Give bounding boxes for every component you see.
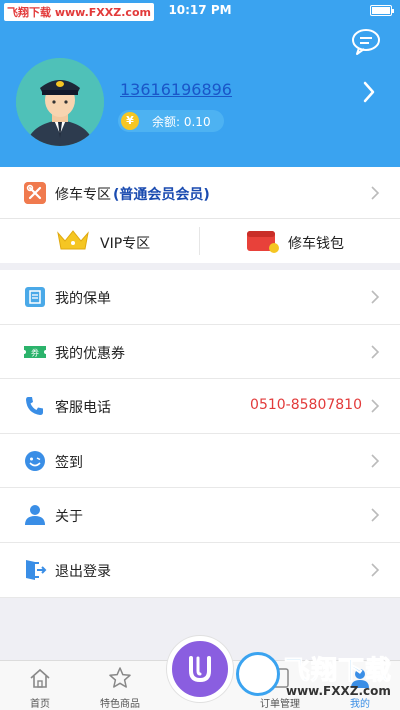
menu-item-label: 我的优惠券 (55, 345, 125, 362)
menu-item-coupons[interactable]: 券 我的优惠券 (0, 325, 400, 380)
divider (199, 227, 200, 255)
wallet-icon (247, 231, 279, 253)
profile-header: 13616196896 ¥ 余额: 0.10 (0, 22, 400, 167)
pilot-avatar-icon (16, 58, 104, 146)
star-icon (109, 667, 131, 688)
menu-item-label: 客服电话 (55, 400, 111, 417)
tab-featured[interactable]: 特色商品 (80, 661, 160, 710)
tab-label: 特色商品 (100, 699, 140, 710)
chevron-right-icon (371, 508, 380, 522)
menu-item-label: 退出登录 (55, 563, 111, 580)
member-section: 修车专区 (普通会员会员) VIP专区 修车钱包 (0, 167, 400, 263)
watermark-logo-icon (236, 652, 280, 696)
about-icon (25, 505, 45, 526)
home-icon (30, 668, 50, 688)
menu-item-checkin[interactable]: 签到 (0, 434, 400, 489)
svg-text:券: 券 (31, 347, 39, 357)
avatar[interactable] (16, 58, 104, 146)
chevron-right-icon (371, 454, 380, 468)
repair-zone-row[interactable]: 修车专区 (普通会员会员) (0, 167, 400, 219)
member-level-label: (普通会员会员) (113, 187, 210, 203)
tab-label: 首页 (30, 699, 50, 710)
logout-icon (26, 559, 47, 580)
balance-badge[interactable]: ¥ 余额: 0.10 (118, 110, 224, 132)
watermark-title: 飞翔下载 (283, 656, 393, 687)
crown-icon (57, 230, 89, 250)
chevron-right-icon[interactable] (362, 80, 376, 104)
menu-item-about[interactable]: 关于 (0, 488, 400, 543)
chevron-right-icon (371, 563, 380, 577)
watermark-overlay: 飞翔下载 www.FXXZ.com (236, 648, 396, 704)
vip-zone-label: VIP专区 (100, 236, 151, 252)
chevron-right-icon (371, 186, 380, 200)
message-icon[interactable] (350, 28, 382, 56)
coin-icon: ¥ (121, 112, 139, 130)
status-time: 10:17 PM (168, 3, 232, 17)
menu-item-logout[interactable]: 退出登录 (0, 543, 400, 598)
menu-item-label: 我的保单 (55, 291, 111, 307)
repair-wallet-label: 修车钱包 (288, 236, 344, 252)
status-bar: 飞翔下载 www.FXXZ.com 10:17 PM (0, 0, 400, 22)
repair-zone-label: 修车专区 (55, 187, 111, 203)
chevron-right-icon (371, 345, 380, 359)
phone-icon (26, 397, 43, 416)
chevron-right-icon (371, 399, 380, 413)
menu-item-label: 签到 (55, 454, 83, 471)
balance-text: 余额: 0.10 (152, 115, 211, 129)
menu-item-label: 关于 (55, 509, 83, 526)
menu-item-policy[interactable]: 我的保单 (0, 270, 400, 325)
brand-u-icon (189, 656, 211, 683)
service-phone-number: 0510-85807810 (250, 397, 362, 414)
coupon-icon: 券 (24, 345, 46, 358)
center-action-button[interactable] (167, 636, 233, 702)
member-actions: VIP专区 修车钱包 (0, 219, 400, 263)
tab-home[interactable]: 首页 (0, 661, 80, 710)
menu-item-service-phone[interactable]: 客服电话 0510-85807810 (0, 379, 400, 434)
battery-icon (370, 5, 394, 16)
repair-tools-icon (24, 182, 46, 204)
policy-icon (25, 287, 45, 307)
menu-list: 我的保单 券 我的优惠券 客服电话 0510-85807810 签到 关于 退出… (0, 270, 400, 598)
chevron-right-icon (371, 290, 380, 304)
phone-number-link[interactable]: 13616196896 (120, 80, 232, 99)
watermark-url: www.FXXZ.com (286, 684, 391, 698)
checkin-icon (25, 450, 45, 471)
